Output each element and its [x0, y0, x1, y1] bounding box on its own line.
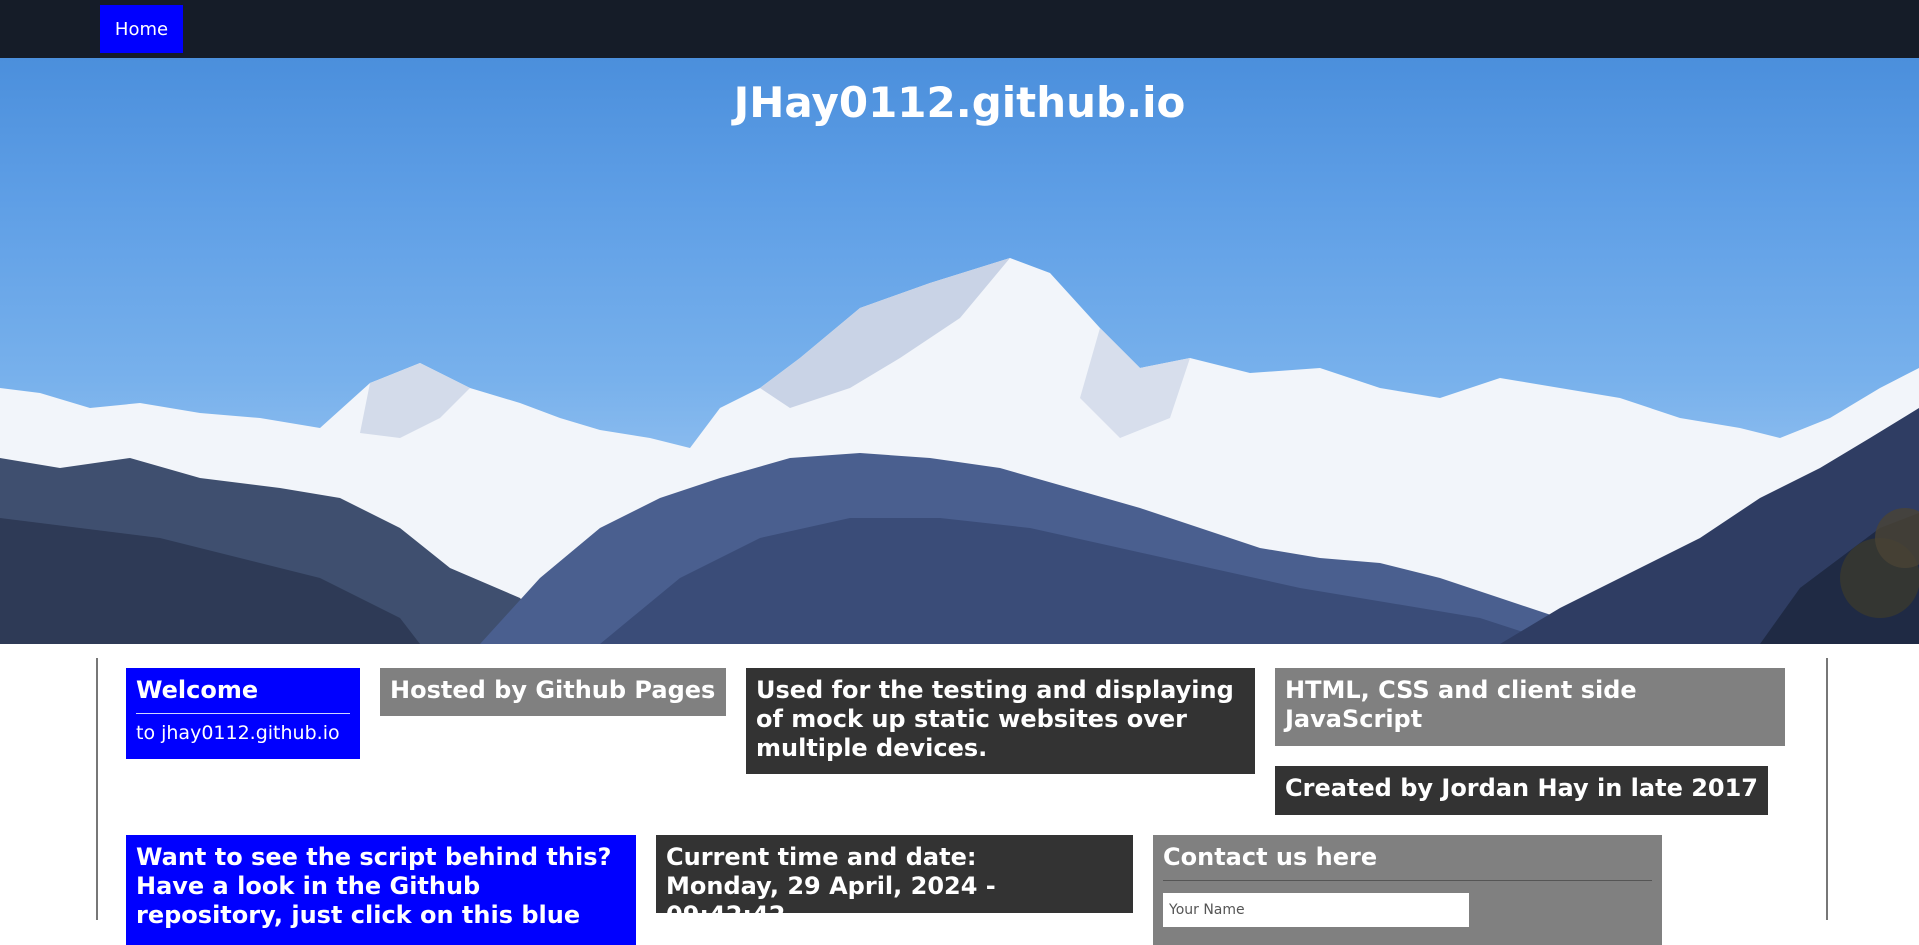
hosted-card: Hosted by Github Pages — [380, 668, 726, 716]
nav-home-link[interactable]: Home — [100, 5, 183, 53]
contact-card: Contact us here — [1153, 835, 1662, 945]
top-nav-bar: Home — [0, 0, 1919, 58]
created-card: Created by Jordan Hay in late 2017 — [1275, 766, 1768, 815]
script-prompt-text[interactable]: Want to see the script behind this? Have… — [136, 843, 626, 930]
welcome-subtitle: to jhay0112.github.io — [136, 713, 350, 744]
name-input[interactable] — [1163, 893, 1469, 927]
time-card: Current time and date: Monday, 29 April,… — [656, 835, 1133, 929]
welcome-card: Welcome to jhay0112.github.io — [126, 668, 360, 759]
purpose-card: Used for the testing and displaying of m… — [746, 668, 1255, 774]
time-value: Monday, 29 April, 2024 - 09:42:42 — [666, 872, 996, 929]
hosted-text: Hosted by Github Pages — [390, 676, 716, 704]
tech-text: HTML, CSS and client side JavaScript — [1285, 676, 1637, 733]
contact-divider — [1163, 880, 1652, 881]
site-title: JHay0112.github.io — [733, 78, 1186, 127]
tech-card: HTML, CSS and client side JavaScript — [1275, 668, 1785, 746]
script-link-card[interactable]: Want to see the script behind this? Have… — [126, 835, 636, 945]
created-text: Created by Jordan Hay in late 2017 — [1285, 774, 1758, 802]
mountain-landscape-image — [0, 258, 1919, 644]
welcome-title: Welcome — [136, 676, 259, 704]
hero-banner: JHay0112.github.io — [0, 58, 1919, 644]
purpose-text: Used for the testing and displaying of m… — [756, 676, 1234, 762]
time-label: Current time and date: — [666, 843, 977, 871]
contact-title: Contact us here — [1163, 843, 1378, 871]
